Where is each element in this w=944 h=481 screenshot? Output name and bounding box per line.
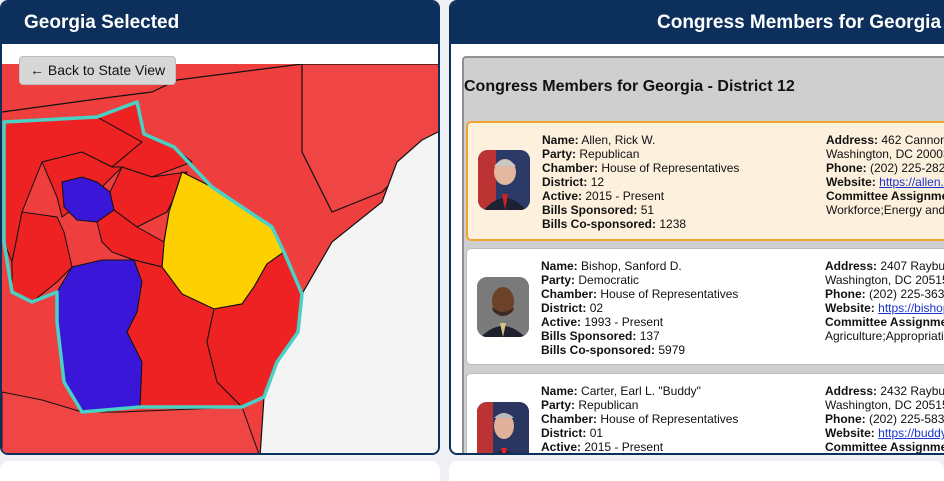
member-active: 2015 - Present xyxy=(584,440,664,454)
member-card-carter[interactable]: Name: Carter, Earl L. "Buddy" Party: Rep… xyxy=(466,373,944,454)
georgia-district-map[interactable] xyxy=(2,64,438,453)
member-bills-sponsored: 51 xyxy=(640,203,655,217)
member-bills-cosponsored: 5979 xyxy=(658,343,686,357)
right-bottom-panel xyxy=(449,461,944,481)
member-active: 2015 - Present xyxy=(585,189,665,203)
member-active: 1993 - Present xyxy=(584,315,664,329)
member-district: 01 xyxy=(589,426,604,440)
member-committees: Agriculture;Appropriati xyxy=(825,329,944,343)
portrait-icon xyxy=(477,277,529,337)
member-photo xyxy=(477,402,529,453)
member-address: 462 Cannon xyxy=(881,133,944,147)
members-list[interactable]: Congress Members for Georgia - District … xyxy=(462,56,944,454)
member-phone: (202) 225-2823 xyxy=(870,161,944,175)
member-chamber: House of Representatives xyxy=(601,161,740,175)
members-panel-title: Congress Members for Georgia xyxy=(451,2,944,44)
member-address-line2: Washington, DC 20003 xyxy=(826,147,944,161)
member-party: Democratic xyxy=(578,273,640,287)
members-panel: Congress Members for Georgia Congress Me… xyxy=(449,0,944,455)
member-committees: Workforce;Energy and xyxy=(826,203,944,217)
member-website-link[interactable]: https://allen.h xyxy=(879,175,944,189)
member-party: Republican xyxy=(579,147,640,161)
left-bottom-panel xyxy=(0,461,440,481)
member-address: 2432 Raybur xyxy=(880,384,944,398)
member-district: 02 xyxy=(589,301,604,315)
member-address: 2407 Raybur xyxy=(880,259,944,273)
member-bills-cosponsored: 1238 xyxy=(659,217,687,231)
portrait-icon xyxy=(477,402,529,453)
member-photo xyxy=(478,150,530,210)
member-card-allen[interactable]: Name: Allen, Rick W. Party: Republican C… xyxy=(466,121,944,241)
map-panel: Georgia Selected ← Back to State View xyxy=(0,0,440,455)
member-phone: (202) 225-5831 xyxy=(869,412,944,426)
map-panel-title: Georgia Selected xyxy=(2,2,438,44)
member-chamber: House of Representatives xyxy=(600,287,739,301)
member-party: Republican xyxy=(578,398,639,412)
member-bills-sponsored: 137 xyxy=(639,329,660,343)
member-address-line2: Washington, DC 20515 xyxy=(825,398,944,412)
member-website-link[interactable]: https://bishop xyxy=(878,301,944,315)
member-address-line2: Washington, DC 20515 xyxy=(825,273,944,287)
portrait-icon xyxy=(478,150,530,210)
member-name: Bishop, Sanford D. xyxy=(581,259,682,273)
member-chamber: House of Representatives xyxy=(600,412,739,426)
member-name: Allen, Rick W. xyxy=(581,133,656,147)
map-svg xyxy=(2,64,438,453)
member-phone: (202) 225-3631 xyxy=(869,287,944,301)
back-to-state-view-button[interactable]: ← Back to State View xyxy=(19,56,177,85)
member-website-link[interactable]: https://buddy xyxy=(878,426,944,440)
district-title: Congress Members for Georgia - District … xyxy=(464,78,795,95)
member-name: Carter, Earl L. "Buddy" xyxy=(581,384,701,398)
member-card-bishop[interactable]: Name: Bishop, Sanford D. Party: Democrat… xyxy=(466,248,944,365)
member-district: 12 xyxy=(590,175,605,189)
member-photo xyxy=(477,277,529,337)
